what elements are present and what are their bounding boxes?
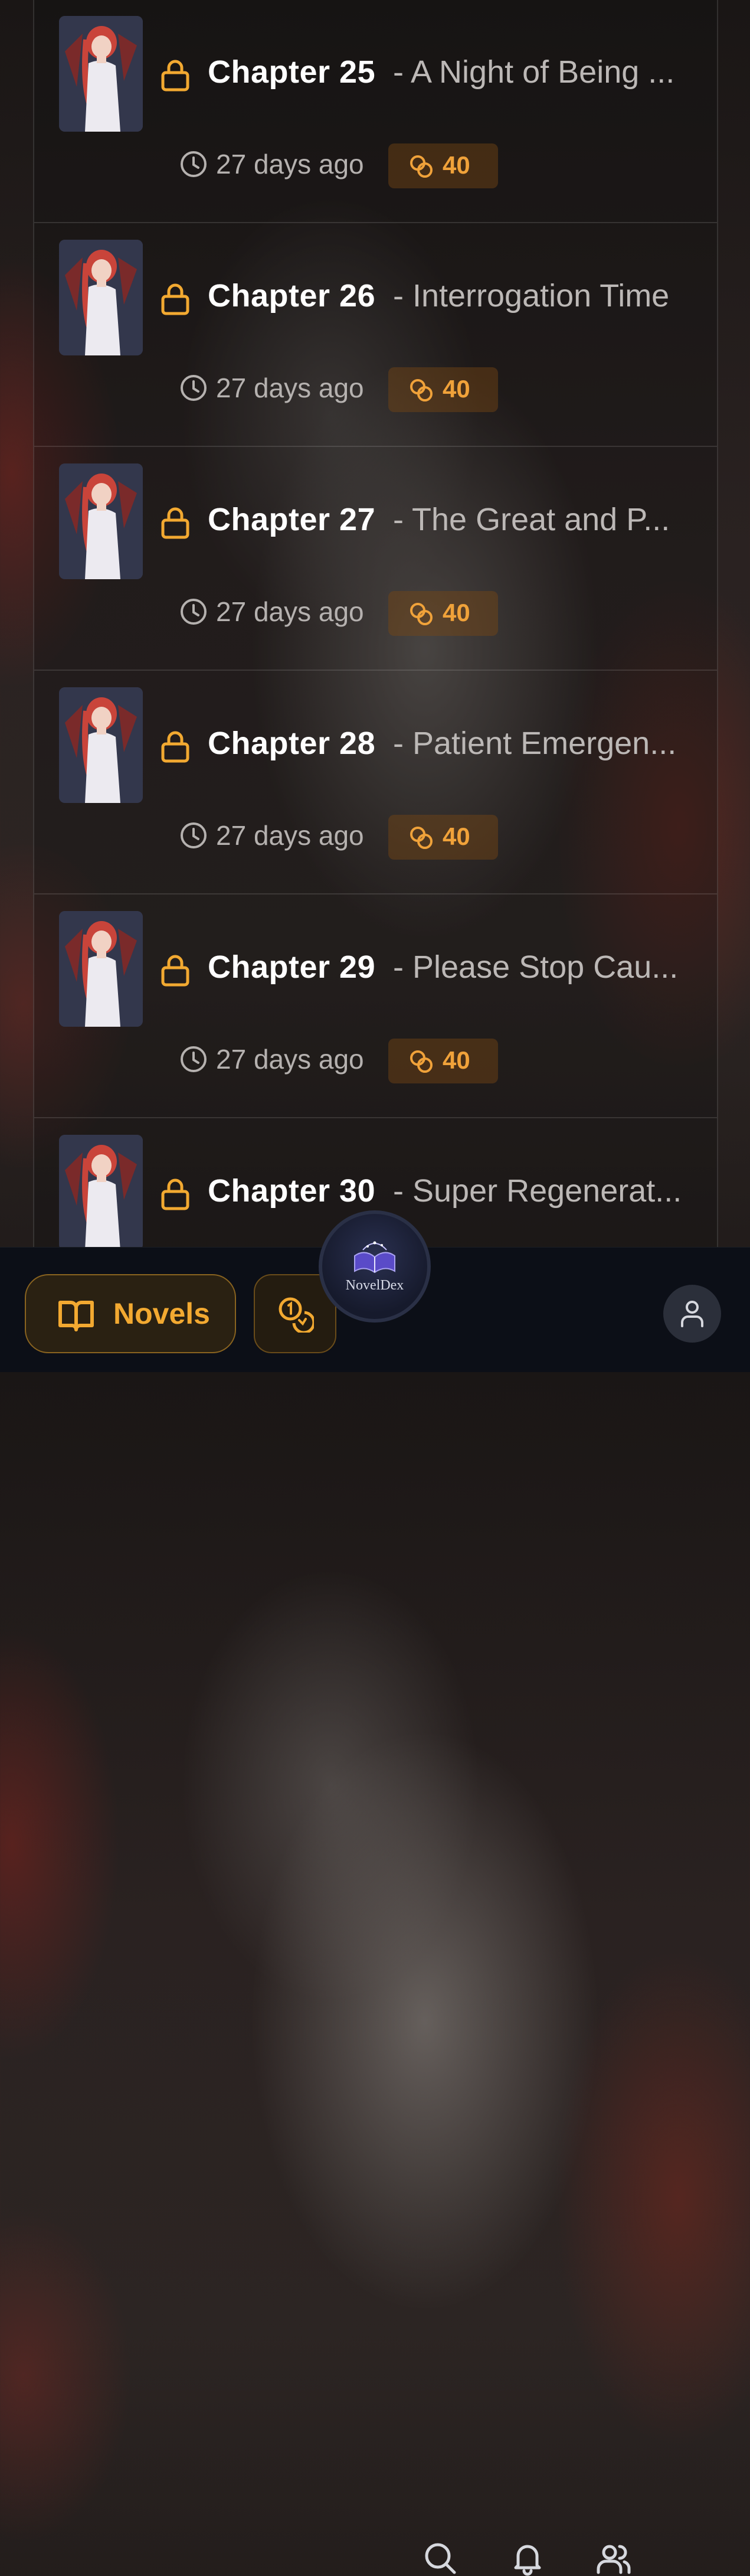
chapter-thumbnail: [59, 687, 143, 803]
users-icon[interactable]: [596, 2541, 631, 2576]
lock-icon: [161, 1178, 189, 1210]
price-amount: 40: [443, 1046, 470, 1074]
chapter-title: - A Night of Being ...: [393, 54, 675, 90]
lock-icon: [161, 731, 189, 763]
chapter-thumbnail: [59, 1135, 143, 1251]
book-logo-icon: [354, 1241, 395, 1274]
chapter-title: - The Great and P...: [393, 502, 670, 537]
user-icon: [681, 1301, 703, 1327]
price-badge: 40: [388, 367, 498, 412]
chapter-thumbnail: [59, 911, 143, 1027]
clock-icon: [181, 822, 207, 848]
price-amount: 40: [443, 822, 470, 850]
bell-icon[interactable]: [510, 2541, 545, 2576]
chapter-thumbnail: [59, 16, 143, 132]
lock-icon: [161, 283, 189, 315]
nav-novels-label: Novels: [113, 1297, 210, 1330]
profile-button[interactable]: [663, 1285, 721, 1343]
chapter-row[interactable]: Chapter 25 - A Night of Being ... 27 day…: [34, 0, 717, 223]
open-book-icon: [58, 1301, 94, 1331]
chapter-thumbnail: [59, 463, 143, 579]
price-badge: 40: [388, 815, 498, 860]
coins-icon: [410, 155, 433, 178]
coins-icon: [410, 1050, 433, 1073]
brand-name: NovelDex: [345, 1278, 404, 1293]
price-amount: 40: [443, 151, 470, 179]
coins-icon: [279, 1297, 314, 1333]
chapter-time: 27 days ago: [216, 596, 364, 627]
chapter-row[interactable]: Chapter 29 - Please Stop Cau... 27 days …: [34, 894, 717, 1118]
coins-icon: [410, 379, 433, 401]
coins-icon: [410, 827, 433, 849]
chapter-number: Chapter 25: [208, 54, 376, 90]
price-amount: 40: [443, 599, 470, 626]
chapter-number: Chapter 27: [208, 502, 376, 537]
lock-icon: [161, 60, 189, 92]
chapter-row[interactable]: Chapter 27 - The Great and P... 27 days …: [34, 447, 717, 671]
chapter-time: 27 days ago: [216, 820, 364, 851]
price-amount: 40: [443, 375, 470, 403]
chapter-time: 27 days ago: [216, 149, 364, 179]
chapter-list: Chapter 25 - A Night of Being ... 27 day…: [33, 0, 718, 1251]
chapter-title: - Super Regenerat...: [393, 1173, 682, 1209]
chapter-number: Chapter 26: [208, 278, 376, 314]
lock-icon: [161, 955, 189, 987]
clock-icon: [181, 375, 207, 401]
chapter-row[interactable]: Chapter 26 - Interrogation Time 27 days …: [34, 223, 717, 447]
price-badge: 40: [388, 1039, 498, 1083]
nav-novels-button[interactable]: Novels: [25, 1274, 236, 1353]
lock-icon: [161, 507, 189, 539]
chapter-thumbnail: [59, 240, 143, 355]
chapter-title: - Interrogation Time: [393, 278, 670, 314]
chapter-number: Chapter 29: [208, 949, 376, 985]
clock-icon: [181, 151, 207, 177]
chapter-row[interactable]: Chapter 28 - Patient Emergen... 27 days …: [34, 671, 717, 894]
coins-icon: [410, 603, 433, 625]
chapter-number: Chapter 30: [208, 1173, 376, 1209]
price-badge: 40: [388, 591, 498, 636]
chapter-title: - Please Stop Cau...: [393, 949, 679, 985]
noveldex-home-logo[interactable]: NovelDex: [319, 1210, 431, 1323]
search-icon[interactable]: [423, 2541, 458, 2576]
chapter-time: 27 days ago: [216, 1044, 364, 1075]
chapter-title: - Patient Emergen...: [393, 726, 677, 761]
clock-icon: [181, 599, 207, 625]
chapter-number: Chapter 28: [208, 726, 376, 761]
chapter-time: 27 days ago: [216, 373, 364, 403]
price-badge: 40: [388, 143, 498, 188]
clock-icon: [181, 1046, 207, 1072]
